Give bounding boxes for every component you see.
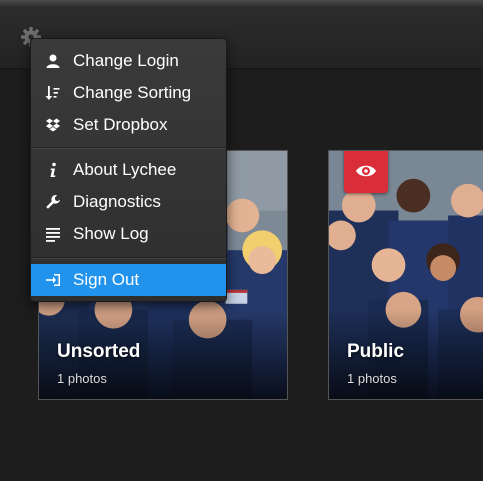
settings-dropdown-menu: Change Login Change Sorting Set Dropbox: [30, 38, 227, 302]
wrench-icon: [46, 195, 60, 209]
menu-item-show-log[interactable]: Show Log: [31, 218, 226, 250]
menu-item-label: Diagnostics: [73, 192, 161, 211]
log-icon: [46, 228, 60, 242]
menu-item-change-login[interactable]: Change Login: [31, 45, 226, 77]
info-icon: [50, 162, 56, 177]
sort-icon: [45, 86, 60, 100]
album-public[interactable]: Public 1 photos: [328, 150, 483, 400]
lychee-page: Unsorted 1 photos Public 1 photos Change…: [0, 0, 483, 481]
dropbox-icon: [46, 118, 60, 132]
menu-item-change-sorting[interactable]: Change Sorting: [31, 77, 226, 109]
menu-item-diagnostics[interactable]: Diagnostics: [31, 186, 226, 218]
menu-item-sign-out[interactable]: Sign Out: [31, 264, 226, 296]
menu-item-label: About Lychee: [73, 160, 177, 179]
user-icon: [46, 54, 60, 68]
menu-item-label: Set Dropbox: [73, 115, 168, 134]
album-title: Public: [347, 341, 405, 362]
menu-item-label: Show Log: [73, 224, 149, 243]
album-title: Unsorted: [57, 341, 141, 362]
public-badge: [344, 151, 388, 193]
album-photo-count: 1 photos: [347, 371, 397, 386]
menu-separator: [31, 147, 226, 149]
menu-item-about-lychee[interactable]: About Lychee: [31, 154, 226, 186]
menu-separator: [31, 257, 226, 259]
menu-item-label: Change Login: [73, 51, 179, 70]
menu-item-label: Sign Out: [73, 270, 140, 289]
menu-item-label: Change Sorting: [73, 83, 192, 102]
sign-out-icon: [46, 274, 60, 286]
menu-item-set-dropbox[interactable]: Set Dropbox: [31, 109, 226, 141]
album-photo-count: 1 photos: [57, 371, 107, 386]
eye-icon: [356, 165, 376, 177]
